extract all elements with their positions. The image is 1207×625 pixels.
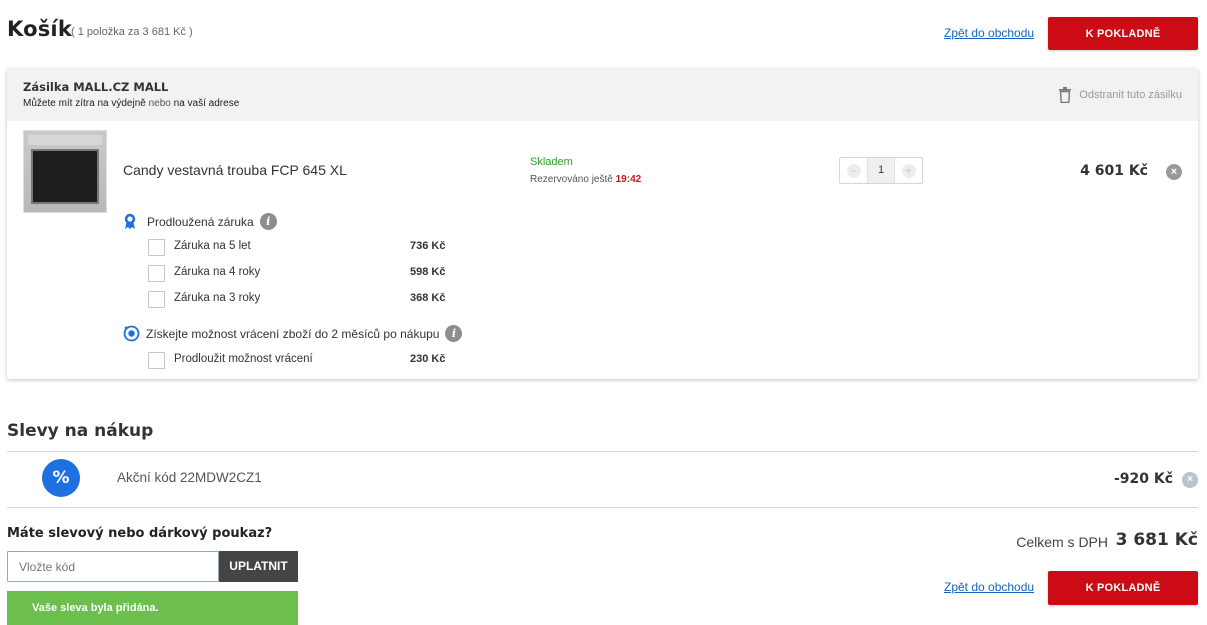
quantity-value[interactable]: 1 <box>867 158 895 183</box>
warranty-title: Prodloužená záruka <box>147 214 254 229</box>
page-title: Košík <box>7 17 72 41</box>
returns-info-icon[interactable]: i <box>445 325 463 342</box>
delivery-note-suffix: na vaší adrese <box>173 98 240 109</box>
apply-voucher-button[interactable]: UPLATNIT <box>219 551 298 582</box>
reservation-note: Rezervováno ještě 19:42 <box>530 174 641 185</box>
discount-amount: -920 Kč <box>1113 471 1173 487</box>
returns-option-price: 230 Kč <box>410 353 446 365</box>
oven-control-panel <box>28 135 102 145</box>
reservation-prefix: Rezervováno ještě <box>530 174 613 185</box>
item-price: 4 601 Kč <box>1080 163 1148 179</box>
trash-icon <box>1059 87 1072 103</box>
voucher-code-input[interactable] <box>7 551 219 582</box>
warranty-section-title: Prodloužená záruka i <box>123 213 277 230</box>
discount-code-label: Akční kód 22MDW2CZ1 <box>117 470 262 485</box>
remove-shipment-label: Odstranit tuto zásilku <box>1079 89 1182 101</box>
delivery-note-prefix: Můžete mít zítra na výdejně <box>23 98 146 109</box>
warranty-checkbox[interactable] <box>148 264 165 282</box>
returns-checkbox[interactable] <box>148 351 165 369</box>
close-icon: × <box>1187 474 1193 485</box>
voucher-question: Máte slevový nebo dárkový poukaz? <box>7 526 273 541</box>
stock-status: Skladem <box>530 156 573 168</box>
return-arrow-icon <box>123 325 140 342</box>
returns-option-label: Prodloužit možnost vrácení <box>174 353 313 365</box>
increase-quantity-button[interactable]: + <box>895 158 922 183</box>
shipment-name: Zásilka MALL.CZ MALL <box>23 80 169 94</box>
oven-door <box>31 149 99 204</box>
warranty-option[interactable]: Záruka na 3 roky 368 Kč <box>148 290 448 308</box>
remove-shipment-button[interactable]: Odstranit tuto zásilku <box>1059 87 1182 103</box>
divider <box>7 451 1198 452</box>
shipment-card: Zásilka MALL.CZ MALL Můžete mít zítra na… <box>7 69 1198 379</box>
close-icon: × <box>1170 166 1178 178</box>
warranty-option-price: 368 Kč <box>410 292 446 304</box>
plus-icon: + <box>901 163 916 178</box>
minus-icon: – <box>846 163 861 178</box>
warranty-info-icon[interactable]: i <box>259 213 277 230</box>
quantity-stepper: – 1 + <box>839 157 923 184</box>
back-to-shop-link[interactable]: Zpět do obchodu <box>944 26 1034 40</box>
warranty-option[interactable]: Záruka na 5 let 736 Kč <box>148 238 448 256</box>
warranty-checkbox[interactable] <box>148 238 165 256</box>
warranty-option-label: Záruka na 3 roky <box>174 292 261 304</box>
warranty-checkbox[interactable] <box>148 290 165 308</box>
product-image[interactable] <box>23 130 107 213</box>
warranty-option-price: 736 Kč <box>410 240 446 252</box>
shipment-delivery-note: Můžete mít zítra na výdejně nebo na vaší… <box>23 98 239 109</box>
returns-section-title: Získejte možnost vrácení zboží do 2 měsí… <box>123 325 463 342</box>
success-message: Vaše sleva byla přidána. <box>7 591 298 625</box>
discounts-title: Slevy na nákup <box>7 421 154 441</box>
remove-item-button[interactable]: × <box>1166 164 1182 180</box>
warranty-option-label: Záruka na 5 let <box>174 240 251 252</box>
warranty-option[interactable]: Záruka na 4 roky 598 Kč <box>148 264 448 282</box>
returns-title: Získejte možnost vrácení zboží do 2 měsí… <box>146 326 440 341</box>
warranty-option-label: Záruka na 4 roky <box>174 266 261 278</box>
checkout-button[interactable]: K POKLADNĚ <box>1048 571 1198 605</box>
delivery-note-or: nebo <box>148 98 171 109</box>
back-to-shop-link[interactable]: Zpět do obchodu <box>944 580 1034 594</box>
decrease-quantity-button[interactable]: – <box>840 158 867 183</box>
reservation-time: 19:42 <box>615 174 642 185</box>
cart-summary: ( 1 položka za 3 681 Kč ) <box>71 26 193 38</box>
divider <box>7 507 1198 508</box>
shipment-header: Zásilka MALL.CZ MALL Můžete mít zítra na… <box>7 69 1198 121</box>
ribbon-award-icon <box>124 213 136 229</box>
product-name[interactable]: Candy vestavná trouba FCP 645 XL <box>123 162 347 178</box>
checkout-button[interactable]: K POKLADNĚ <box>1048 17 1198 50</box>
total-value: 3 681 Kč <box>1115 530 1198 550</box>
discount-percent-icon: % <box>42 459 80 497</box>
remove-discount-button[interactable]: × <box>1182 472 1198 488</box>
returns-option[interactable]: Prodloužit možnost vrácení 230 Kč <box>148 351 448 369</box>
warranty-option-price: 598 Kč <box>410 266 446 278</box>
total-label: Celkem s DPH <box>1016 534 1108 550</box>
